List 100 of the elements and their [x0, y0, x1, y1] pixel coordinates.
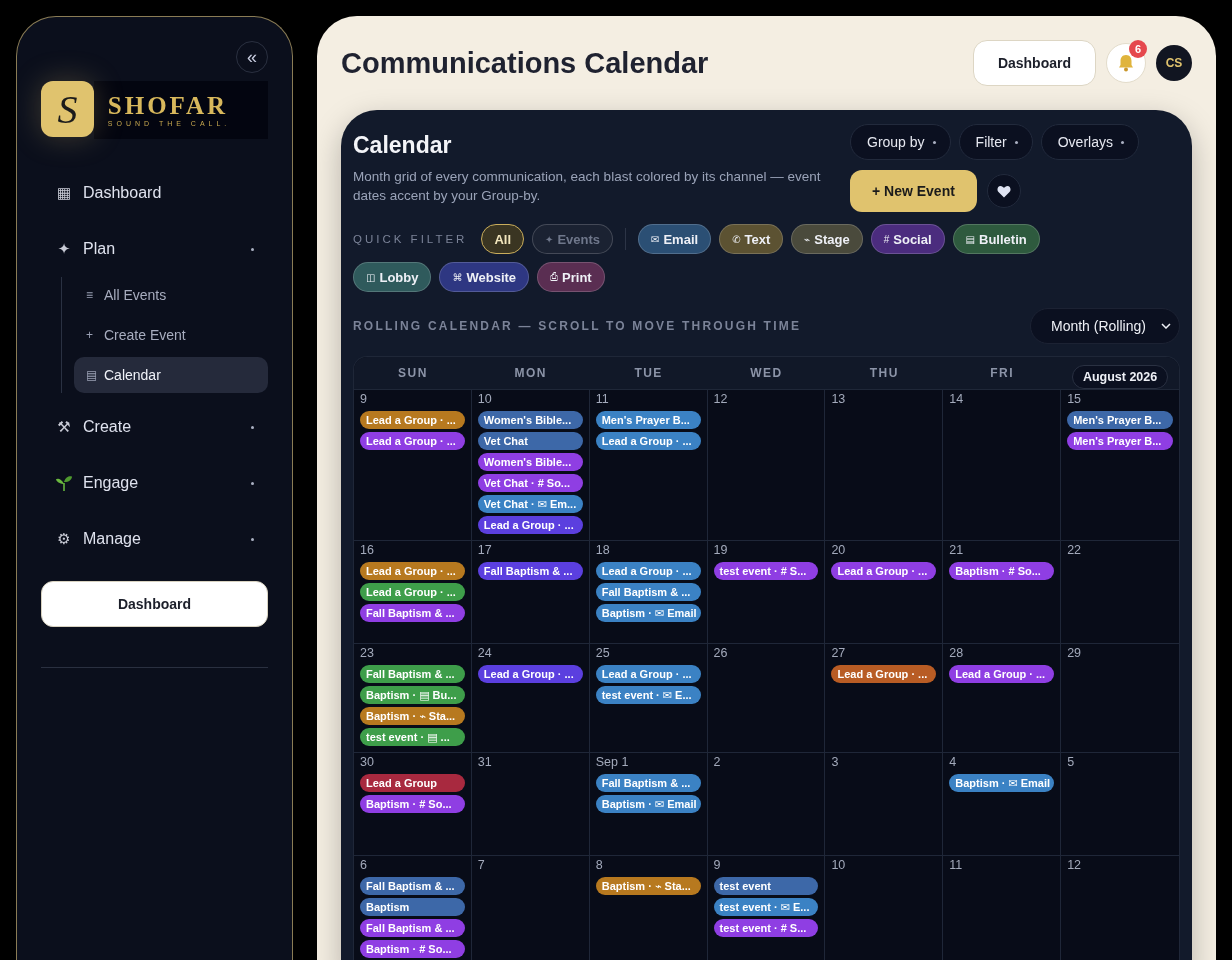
event-chip[interactable]: Fall Baptism & ...: [595, 774, 701, 792]
event-chip[interactable]: Fall Baptism & ...: [360, 919, 465, 937]
filter-chip[interactable]: ✆ Text: [719, 224, 784, 254]
day-number: 28: [949, 646, 965, 661]
event-chip[interactable]: Baptism · ✉ Email: [949, 774, 1055, 792]
event-chip[interactable]: Fall Baptism & ...: [360, 604, 465, 622]
event-chip[interactable]: Lead a Group · ...: [360, 562, 465, 580]
event-chip[interactable]: Lead a Group · ...: [949, 665, 1055, 683]
day-number: 20: [831, 543, 847, 558]
day-number: 14: [949, 392, 965, 407]
event-chip[interactable]: Lead a Group · ...: [477, 665, 583, 683]
nav-item[interactable]: ⚙ Manage: [41, 511, 268, 567]
menu-label: Group by: [867, 134, 925, 150]
filter-chip[interactable]: ◫ Lobby: [353, 262, 432, 292]
event-chip[interactable]: test event · # S...: [713, 919, 819, 937]
notification-count: 6: [1129, 40, 1147, 58]
event-chip[interactable]: Lead a Group · ...: [360, 583, 465, 601]
event-chip[interactable]: Fall Baptism & ...: [360, 665, 465, 683]
event-chip[interactable]: Lead a Group · ...: [477, 516, 583, 534]
event-chip[interactable]: Vet Chat: [477, 432, 583, 450]
caret-icon: [251, 425, 254, 429]
new-event-button[interactable]: + New Event: [850, 170, 977, 212]
nav-label: All Events: [104, 287, 167, 303]
view-select[interactable]: Month (Rolling): [1030, 308, 1180, 344]
event-chip[interactable]: Lead a Group · ...: [595, 665, 701, 683]
day-number: 31: [477, 755, 493, 770]
event-chip[interactable]: Women's Bible...: [477, 453, 583, 471]
event-chip[interactable]: Baptism · # So...: [360, 795, 465, 813]
nav-subitem[interactable]: + Create Event: [74, 317, 268, 353]
logo-mark: S: [41, 81, 94, 137]
filter-chip[interactable]: ▤ Bulletin: [952, 224, 1040, 254]
event-chip[interactable]: Lead a Group · ...: [831, 665, 937, 683]
day-number: 12: [1067, 858, 1083, 873]
event-chip[interactable]: Baptism · # So...: [360, 940, 465, 958]
event-chip[interactable]: Lead a Group: [360, 774, 465, 792]
event-chip[interactable]: Lead a Group · ...: [360, 432, 465, 450]
menu-label: Filter: [975, 134, 1007, 150]
event-chip[interactable]: Men's Prayer B...: [595, 411, 701, 429]
dashboard-button[interactable]: Dashboard: [972, 40, 1096, 86]
day-number: 15: [1067, 392, 1083, 407]
event-chip[interactable]: test event · ✉ E...: [713, 898, 819, 916]
filter-chip[interactable]: ⌁ Stage: [791, 224, 863, 254]
dashboard-button[interactable]: Dashboard: [41, 581, 268, 627]
event-chip[interactable]: Lead a Group · ...: [360, 411, 465, 429]
event-chip[interactable]: Vet Chat · ✉ Em...: [477, 495, 583, 513]
weekday-header: THU: [868, 366, 900, 380]
filter-chip[interactable]: ⌘ Website: [439, 262, 530, 292]
event-chip[interactable]: test event: [713, 877, 819, 895]
menu-button[interactable]: Overlays: [1040, 124, 1139, 160]
user-avatar[interactable]: CS: [1156, 45, 1192, 81]
filter-chip[interactable]: ⎙ Print: [537, 262, 605, 292]
event-chip[interactable]: test event · ✉ E...: [595, 686, 701, 704]
nav-item[interactable]: ▦ Dashboard: [41, 165, 268, 221]
filter-chip[interactable]: # Social: [870, 224, 945, 254]
day-number: 7: [477, 858, 486, 873]
month-badge: August 2026: [1071, 365, 1169, 389]
event-chip[interactable]: Baptism · # So...: [949, 562, 1055, 580]
event-chip[interactable]: Fall Baptism & ...: [360, 877, 465, 895]
card-description: Month grid of every communication, each blast colored by its channel — event dates accent by your Group-by.: [353, 168, 822, 205]
nav-label: Dashboard: [83, 184, 163, 202]
nav-icon: ✦: [55, 240, 73, 258]
day-number: Sep 1: [595, 755, 630, 770]
filter-chip[interactable]: ✉ Email: [638, 224, 712, 254]
day-number: 8: [595, 858, 604, 873]
favorite-button[interactable]: [986, 174, 1021, 208]
event-chip[interactable]: Baptism · ▤ Bu...: [360, 686, 465, 704]
event-chip[interactable]: Baptism: [360, 898, 465, 916]
weekday-header: MON: [513, 366, 548, 380]
event-chip[interactable]: Baptism · ✉ Email: [595, 604, 701, 622]
event-chip[interactable]: Baptism · ⌁ Sta...: [595, 877, 701, 895]
notifications-button[interactable]: 6: [1106, 43, 1146, 83]
nav-item[interactable]: ✦ Plan: [41, 221, 268, 277]
nav-item[interactable]: Engage: [41, 455, 268, 511]
menu-button[interactable]: Group by: [850, 124, 951, 160]
nav-icon: +: [86, 328, 98, 342]
weekday-header: TUE: [633, 366, 664, 380]
event-chip[interactable]: Men's Prayer B...: [1067, 411, 1173, 429]
event-chip[interactable]: Lead a Group · ...: [595, 432, 701, 450]
filter-chip[interactable]: All: [481, 224, 524, 254]
event-chip[interactable]: Baptism · ⌁ Sta...: [360, 707, 465, 725]
day-number: 6: [360, 858, 368, 873]
event-chip[interactable]: Lead a Group · ...: [831, 562, 937, 580]
event-chip[interactable]: Baptism · ✉ Email: [595, 795, 701, 813]
event-chip[interactable]: test event · # S...: [713, 562, 819, 580]
caret-icon: [932, 140, 936, 144]
nav-item[interactable]: ⚒ Create: [41, 399, 268, 455]
nav-subitem[interactable]: ▤ Calendar: [74, 357, 268, 393]
event-chip[interactable]: Women's Bible...: [477, 411, 583, 429]
event-chip[interactable]: test event · ▤ ...: [360, 728, 465, 746]
event-chip[interactable]: Vet Chat · # So...: [477, 474, 583, 492]
menu-button[interactable]: Filter: [958, 124, 1033, 160]
nav-subitem[interactable]: ≡ All Events: [74, 277, 268, 313]
event-chip[interactable]: Men's Prayer B...: [1067, 432, 1173, 450]
caret-icon: [251, 481, 254, 485]
event-chip[interactable]: Fall Baptism & ...: [595, 583, 701, 601]
nav-icon: ⚒: [55, 418, 73, 436]
event-chip[interactable]: Fall Baptism & ...: [477, 562, 583, 580]
day-number: 21: [949, 543, 965, 558]
nav-label: Plan: [83, 240, 117, 258]
event-chip[interactable]: Lead a Group · ...: [595, 562, 701, 580]
